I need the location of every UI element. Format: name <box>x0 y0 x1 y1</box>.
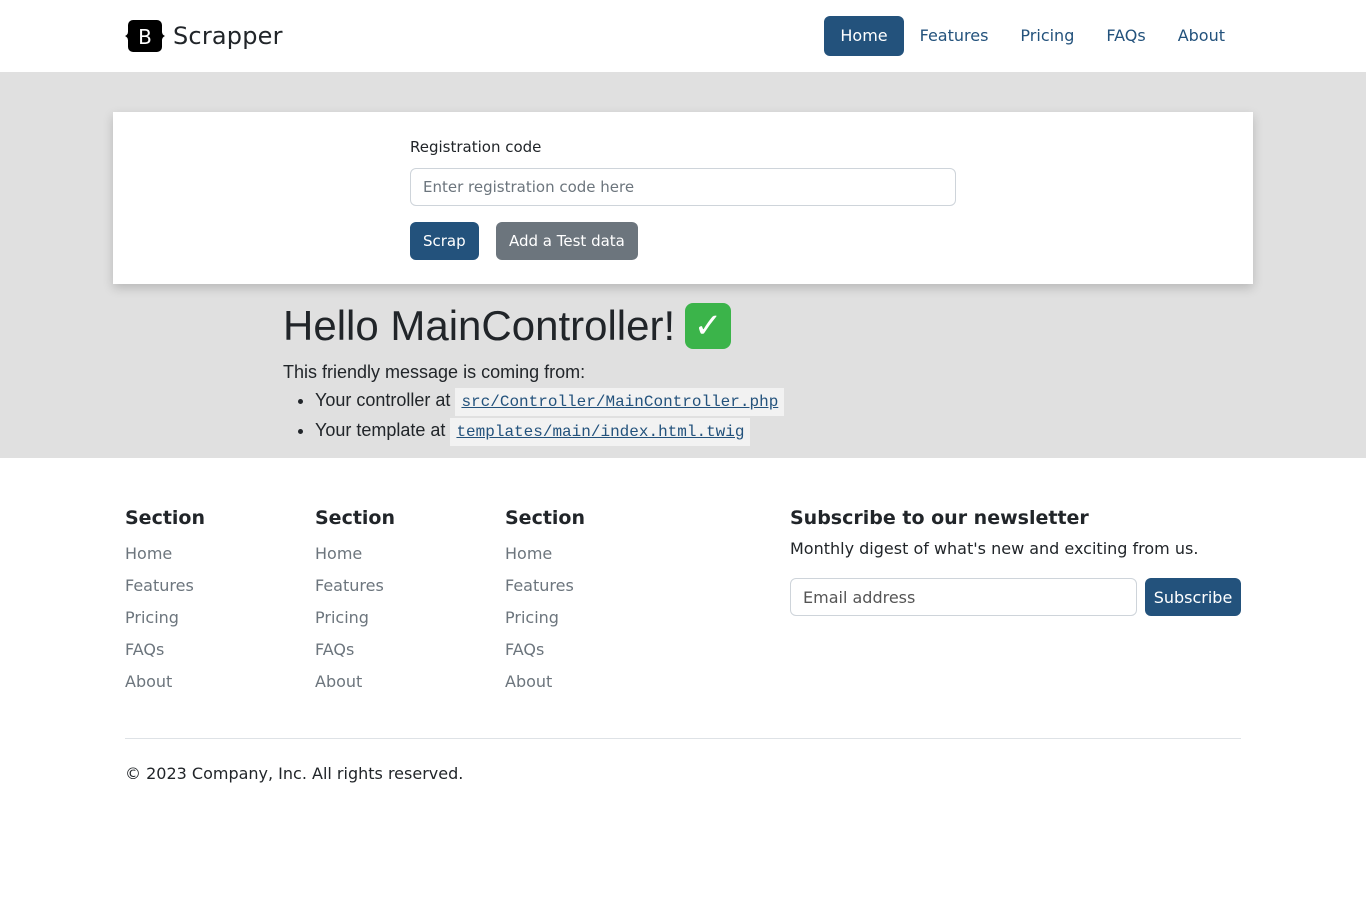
brand-name: Scrapper <box>173 22 283 50</box>
footer-section-title: Section <box>315 507 396 529</box>
template-label: Your template at <box>315 420 446 440</box>
hello-title-row: Hello MainController! ✓ <box>283 300 784 352</box>
hello-section: Hello MainController! ✓ This friendly me… <box>283 300 785 446</box>
footer-link-about[interactable]: About <box>125 666 205 698</box>
footer-link-home[interactable]: Home <box>125 538 205 570</box>
brand[interactable]: B Scrapper <box>125 18 283 54</box>
footer-link-about[interactable]: About <box>505 666 585 698</box>
nav-pricing[interactable]: Pricing <box>1004 16 1090 56</box>
list-item: Your template at templates/main/index.ht… <box>315 416 784 446</box>
source-list: Your controller at src/Controller/MainCo… <box>283 386 785 446</box>
nav-home[interactable]: Home <box>824 16 904 56</box>
footer-section-2: Section Home Features Pricing FAQs About <box>315 506 395 698</box>
scrap-button[interactable]: Scrap <box>410 222 479 260</box>
newsletter-description: Monthly digest of what's new and excitin… <box>790 539 1199 558</box>
footer-link-features[interactable]: Features <box>505 570 585 602</box>
footer-section-title: Section <box>505 507 586 529</box>
newsletter-title: Subscribe to our newsletter <box>790 507 1089 529</box>
footer-link-pricing[interactable]: Pricing <box>315 602 395 634</box>
nav-about[interactable]: About <box>1162 16 1241 56</box>
footer-divider <box>125 738 1241 739</box>
copyright-text: © 2023 Company, Inc. All rights reserved… <box>125 764 464 783</box>
registration-code-input[interactable] <box>410 168 956 206</box>
list-item: Your controller at src/Controller/MainCo… <box>315 386 785 416</box>
nav-faqs[interactable]: FAQs <box>1090 16 1161 56</box>
footer-link-pricing[interactable]: Pricing <box>125 602 205 634</box>
footer-link-pricing[interactable]: Pricing <box>505 602 585 634</box>
footer-section-title: Section <box>125 507 206 529</box>
registration-card: Registration code Scrap Add a Test data <box>113 112 1253 284</box>
navbar: B Scrapper Home Features Pricing FAQs Ab… <box>0 0 1366 72</box>
main-section: Registration code Scrap Add a Test data … <box>0 72 1366 458</box>
footer-section-3: Section Home Features Pricing FAQs About <box>505 506 585 698</box>
controller-label: Your controller at <box>315 390 451 410</box>
brand-letter: B <box>138 25 152 49</box>
template-path-link[interactable]: templates/main/index.html.twig <box>450 418 751 446</box>
footer-link-features[interactable]: Features <box>315 570 395 602</box>
footer-link-faqs[interactable]: FAQs <box>125 634 205 666</box>
bootstrap-logo-icon: B <box>125 20 165 52</box>
email-field[interactable] <box>790 578 1137 616</box>
add-test-data-button[interactable]: Add a Test data <box>496 222 638 260</box>
main-nav: Home Features Pricing FAQs About <box>824 16 1241 56</box>
newsletter: Subscribe to our newsletter Monthly dige… <box>790 506 1241 616</box>
check-mark-icon: ✓ <box>685 303 732 349</box>
footer-link-faqs[interactable]: FAQs <box>505 634 585 666</box>
nav-features[interactable]: Features <box>904 16 1005 56</box>
footer-link-about[interactable]: About <box>315 666 395 698</box>
footer-link-faqs[interactable]: FAQs <box>315 634 395 666</box>
controller-path-link[interactable]: src/Controller/MainController.php <box>455 388 785 416</box>
hello-intro: This friendly message is coming from: <box>283 362 586 382</box>
subscribe-button[interactable]: Subscribe <box>1145 578 1241 616</box>
footer-link-home[interactable]: Home <box>315 538 395 570</box>
hello-title: Hello MainController! <box>283 302 676 349</box>
footer-section-1: Section Home Features Pricing FAQs About <box>125 506 205 698</box>
footer-link-features[interactable]: Features <box>125 570 205 602</box>
footer-link-home[interactable]: Home <box>505 538 585 570</box>
registration-code-label: Registration code <box>410 138 542 156</box>
